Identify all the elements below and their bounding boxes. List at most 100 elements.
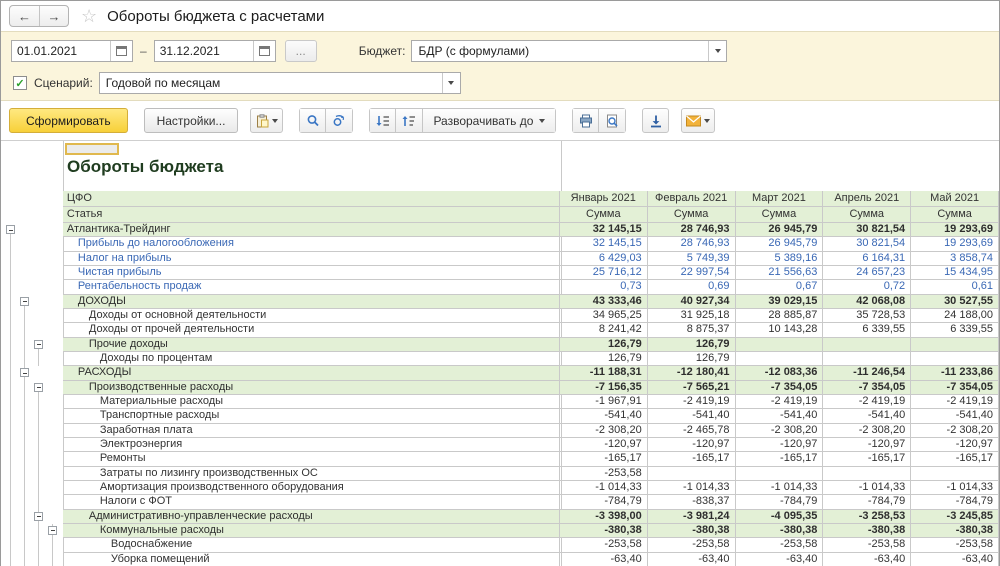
print-button[interactable] — [572, 108, 599, 133]
cell-value[interactable]: -2 419,19 — [736, 395, 824, 409]
table-row[interactable]: ДОХОДЫ43 333,4640 927,3439 029,1542 068,… — [1, 295, 999, 309]
date-to-value[interactable]: 31.12.2021 — [155, 44, 253, 58]
cell-value[interactable]: -380,38 — [911, 524, 999, 538]
cell-value[interactable]: -3 981,24 — [648, 510, 736, 524]
cell-value[interactable]: 6 429,03 — [560, 252, 648, 266]
cell-value[interactable]: -541,40 — [736, 409, 824, 423]
row-label[interactable]: Материальные расходы — [63, 395, 560, 409]
calendar-button[interactable] — [110, 41, 132, 61]
cell-value[interactable]: -253,58 — [560, 467, 648, 481]
collapse-toggle[interactable] — [34, 512, 43, 521]
scenario-select[interactable]: Годовой по месяцам — [99, 72, 461, 94]
cell-value[interactable]: 19 293,69 — [911, 223, 999, 237]
calendar-button[interactable] — [253, 41, 275, 61]
cell-value[interactable]: -3 258,53 — [823, 510, 911, 524]
cell-value[interactable]: -63,40 — [560, 553, 648, 566]
cell-value[interactable]: 0,67 — [736, 280, 824, 294]
table-row[interactable]: Прочие доходы126,79126,79 — [1, 338, 999, 352]
send-mail-button[interactable] — [681, 108, 715, 133]
table-row[interactable]: Производственные расходы-7 156,35-7 565,… — [1, 381, 999, 395]
favorite-star-icon[interactable]: ☆ — [81, 6, 97, 27]
row-label[interactable]: Прибыль до налогообложения — [63, 237, 560, 251]
cell-value[interactable]: -1 014,33 — [648, 481, 736, 495]
row-label[interactable]: Чистая прибыль — [63, 266, 560, 280]
print-preview-button[interactable] — [599, 108, 626, 133]
cell-value[interactable]: -7 156,35 — [560, 381, 648, 395]
cell-value[interactable]: 32 145,15 — [560, 223, 648, 237]
row-label[interactable]: Амортизация производственного оборудован… — [63, 481, 560, 495]
save-file-button[interactable] — [642, 108, 669, 133]
cell-value[interactable] — [736, 467, 824, 481]
cell-value[interactable]: 26 945,79 — [736, 237, 824, 251]
row-label[interactable]: Водоснабжение — [63, 538, 560, 552]
table-row[interactable]: Рентабельность продаж0,730,690,670,720,6… — [1, 280, 999, 294]
date-from-value[interactable]: 01.01.2021 — [12, 44, 110, 58]
date-from-field[interactable]: 01.01.2021 — [11, 40, 133, 62]
cell-value[interactable]: -7 354,05 — [911, 381, 999, 395]
row-label[interactable]: Электроэнергия — [63, 438, 560, 452]
cell-value[interactable]: -784,79 — [911, 495, 999, 509]
row-label[interactable]: Уборка помещений — [63, 553, 560, 566]
collapse-all-button[interactable] — [369, 108, 396, 133]
cell-value[interactable]: 42 068,08 — [823, 295, 911, 309]
back-button[interactable]: ← — [10, 6, 39, 26]
header-article[interactable]: Статья — [63, 207, 560, 223]
table-row[interactable]: Материальные расходы-1 967,91 -2 419,19-2… — [1, 395, 999, 409]
table-row[interactable]: Доходы от прочей деятельности8 241,428 8… — [1, 323, 999, 337]
cell-value[interactable]: -11 233,86 — [911, 366, 999, 380]
row-label[interactable]: Административно-управленческие расходы — [63, 510, 560, 524]
header-month[interactable]: Апрель 2021 — [823, 191, 911, 207]
cell-value[interactable]: -165,17 — [736, 452, 824, 466]
collapse-toggle[interactable] — [34, 383, 43, 392]
header-month[interactable]: Май 2021 — [911, 191, 999, 207]
cell-value[interactable]: -1 014,33 — [911, 481, 999, 495]
table-row[interactable]: Доходы от основной деятельности34 965,25… — [1, 309, 999, 323]
cell-value[interactable]: -1 967,91 — [560, 395, 648, 409]
cell-value[interactable]: 3 858,74 — [911, 252, 999, 266]
scenario-value[interactable]: Годовой по месяцам — [100, 76, 442, 90]
cell-value[interactable]: 30 821,54 — [823, 223, 911, 237]
cell-value[interactable]: 28 746,93 — [648, 237, 736, 251]
period-more-button[interactable]: ... — [285, 40, 317, 62]
row-label[interactable]: Ремонты — [63, 452, 560, 466]
cell-value[interactable]: -784,79 — [823, 495, 911, 509]
cell-value[interactable]: -2 419,19 — [823, 395, 911, 409]
cell-value[interactable]: -7 354,05 — [736, 381, 824, 395]
scenario-checkbox[interactable]: ✓ — [13, 76, 27, 90]
search-next-button[interactable] — [326, 108, 353, 133]
table-row[interactable]: Электроэнергия-120,97-120,97-120,97-120,… — [1, 438, 999, 452]
cell-value[interactable]: -784,79 — [560, 495, 648, 509]
row-label[interactable]: ДОХОДЫ — [63, 295, 560, 309]
header-sum[interactable]: Сумма — [560, 207, 648, 223]
cell-value[interactable]: -7 354,05 — [823, 381, 911, 395]
cell-value[interactable]: 25 716,12 — [560, 266, 648, 280]
cell-value[interactable]: 32 145,15 — [560, 237, 648, 251]
collapse-toggle[interactable] — [34, 340, 43, 349]
table-row[interactable]: Чистая прибыль25 716,1222 997,5421 556,6… — [1, 266, 999, 280]
cell-value[interactable]: -12 180,41 — [648, 366, 736, 380]
cell-value[interactable]: -541,40 — [560, 409, 648, 423]
header-sum[interactable]: Сумма — [911, 207, 999, 223]
cell-value[interactable]: -838,37 — [648, 495, 736, 509]
cell-value[interactable]: 6 339,55 — [823, 323, 911, 337]
table-row[interactable]: Транспортные расходы-541,40-541,40-541,4… — [1, 409, 999, 423]
cell-value[interactable]: 126,79 — [560, 352, 648, 366]
cell-value[interactable]: -3 245,85 — [911, 510, 999, 524]
cell-value[interactable]: -1 014,33 — [823, 481, 911, 495]
cell-value[interactable]: 15 434,95 — [911, 266, 999, 280]
cell-value[interactable] — [911, 352, 999, 366]
cell-value[interactable]: 0,69 — [648, 280, 736, 294]
row-label[interactable]: РАСХОДЫ — [63, 366, 560, 380]
expand-all-button[interactable] — [396, 108, 423, 133]
cell-value[interactable]: 6 164,31 — [823, 252, 911, 266]
cell-value[interactable]: 31 925,18 — [648, 309, 736, 323]
cell-value[interactable]: 10 143,28 — [736, 323, 824, 337]
cell-value[interactable]: -165,17 — [823, 452, 911, 466]
cell-value[interactable]: -63,40 — [911, 553, 999, 566]
cell-value[interactable]: 39 029,15 — [736, 295, 824, 309]
cell-value[interactable]: 0,61 — [911, 280, 999, 294]
cell-value[interactable]: 19 293,69 — [911, 237, 999, 251]
table-row[interactable]: Ремонты-165,17-165,17-165,17-165,17-165,… — [1, 452, 999, 466]
cell-value[interactable]: -120,97 — [648, 438, 736, 452]
row-label[interactable]: Коммунальные расходы — [63, 524, 560, 538]
